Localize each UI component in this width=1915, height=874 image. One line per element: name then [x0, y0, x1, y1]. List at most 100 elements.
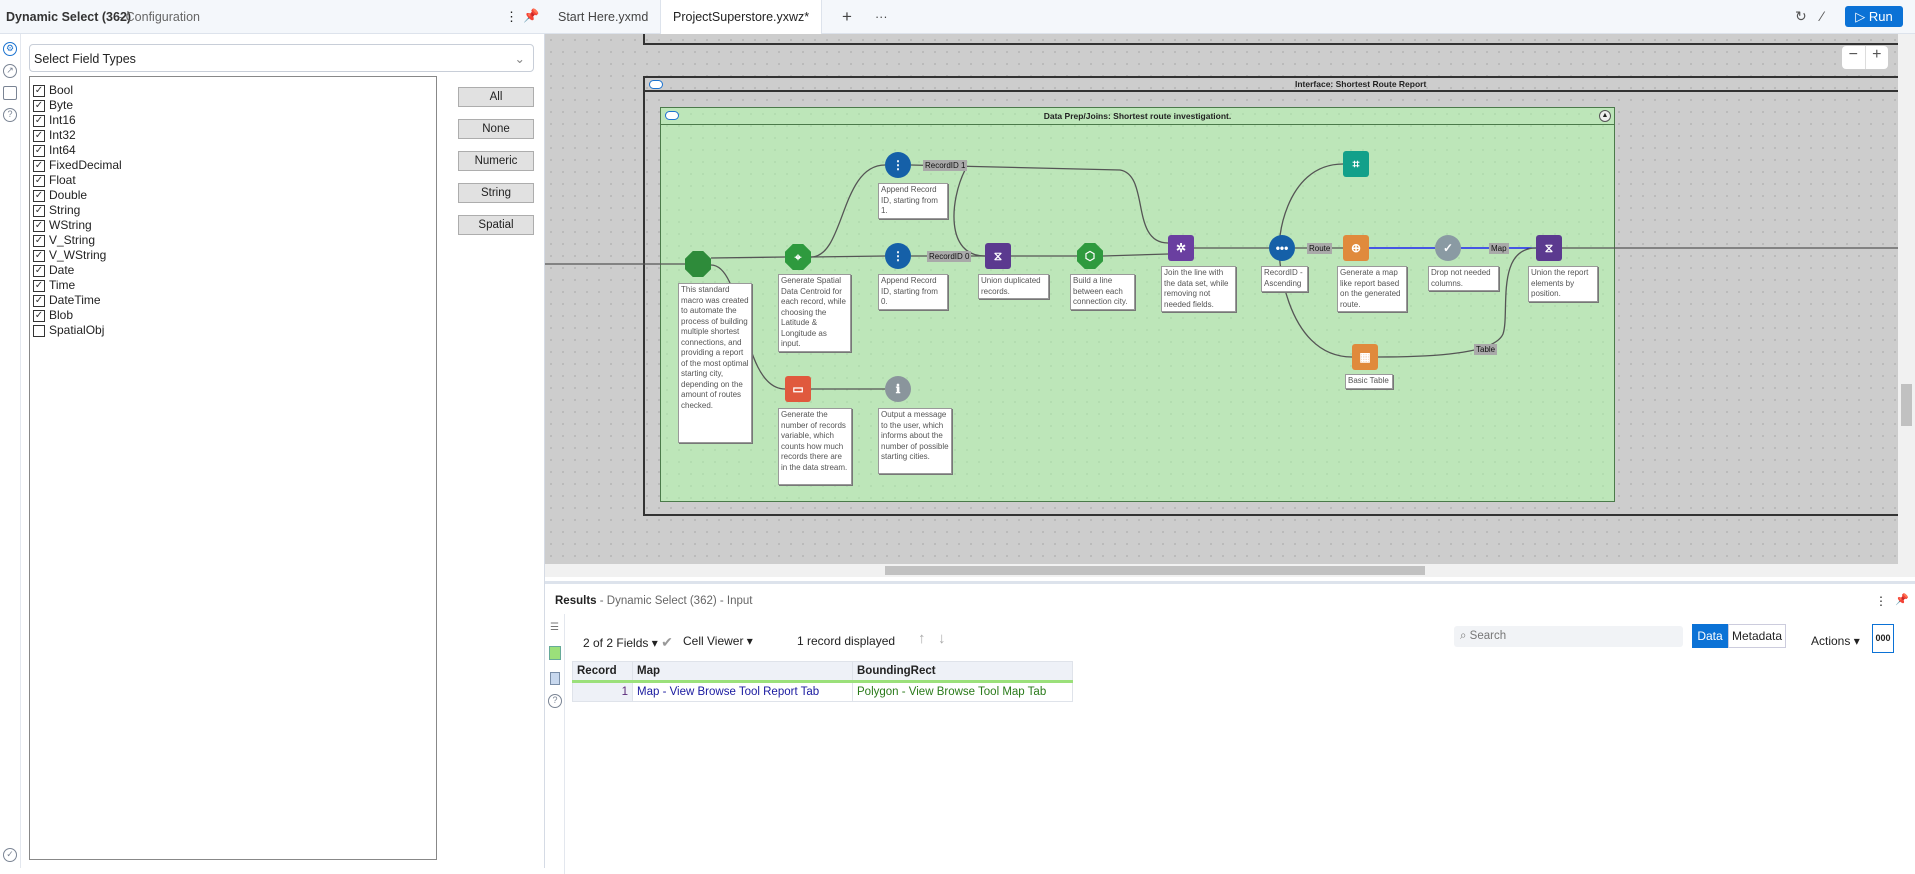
select-numeric-button[interactable]: Numeric [458, 151, 534, 171]
results-header: Results - Dynamic Select (362) - Input [555, 595, 753, 607]
table-row[interactable]: 1 Map - View Browse Tool Report Tab Polygo… [572, 681, 1073, 702]
field-type-checkbox[interactable]: ✓ Float [33, 173, 76, 188]
column-width-button[interactable]: 000 [1872, 624, 1894, 653]
checkbox[interactable]: ✓ [33, 174, 45, 187]
more-icon[interactable]: ⋮ [1875, 594, 1887, 608]
annotation-rid0: Append Record ID, starting from 0. [878, 274, 948, 310]
checkbox[interactable]: ✓ [33, 84, 45, 97]
run-button[interactable]: ▷ Run [1845, 6, 1903, 27]
field-type-checkbox[interactable]: ✓ Date [33, 263, 74, 278]
checkbox[interactable]: ✓ [33, 99, 45, 112]
select-string-button[interactable]: String [458, 183, 534, 203]
tool-build-icon[interactable]: ⬡ [1077, 243, 1103, 269]
checkbox[interactable]: ✓ [33, 249, 45, 262]
tool-select-icon[interactable]: ✓ [1435, 235, 1461, 261]
field-type-label: Double [49, 188, 88, 202]
horizontal-scrollbar[interactable] [545, 564, 1915, 577]
field-type-checkbox[interactable]: SpatialObj [33, 323, 104, 338]
tool-centroid-icon[interactable]: ⌖ [785, 244, 811, 270]
field-types-dropdown[interactable]: Select Field Types ⌄ [29, 44, 534, 72]
select-none-button[interactable]: None [458, 119, 534, 139]
actions-dropdown[interactable]: Actions ▾ [1811, 634, 1860, 648]
workflow-canvas[interactable]: Interface: Shortest Route Report − + Data… [545, 34, 1898, 564]
vertical-scrollbar[interactable] [1898, 34, 1915, 564]
tag-icon[interactable] [550, 672, 560, 685]
field-type-checkbox[interactable]: ✓ FixedDecimal [33, 158, 122, 173]
column-header[interactable]: BoundingRect [852, 661, 1073, 683]
cell-viewer-dropdown[interactable]: Cell Viewer ▾ [683, 634, 753, 648]
checkbox[interactable] [33, 324, 45, 337]
field-type-checkbox[interactable]: ✓ Double [33, 188, 87, 203]
field-type-label: Blob [49, 308, 74, 322]
field-type-checkbox[interactable]: ✓ DateTime [33, 293, 101, 308]
play-icon: ▷ [1855, 9, 1866, 24]
list-icon[interactable]: ☰ [550, 622, 559, 633]
checkbox[interactable]: ✓ [33, 204, 45, 217]
data-icon[interactable] [549, 646, 561, 660]
table-cell[interactable]: Map - View Browse Tool Report Tab [632, 681, 853, 702]
tab-project-superstore[interactable]: ProjectSuperstore.yxwz* ✕ [661, 0, 822, 58]
select-spatial-button[interactable]: Spatial [458, 215, 534, 235]
help-icon[interactable]: ? [548, 694, 562, 708]
tool-table-icon[interactable]: ▦ [1352, 344, 1378, 370]
field-type-checkbox[interactable]: ✓ Time [33, 278, 75, 293]
field-type-checkbox[interactable]: ✓ Bool [33, 83, 73, 98]
checkbox[interactable]: ✓ [33, 219, 45, 232]
tool-sort-icon[interactable]: ••• [1269, 235, 1295, 261]
fields-dropdown[interactable]: 2 of 2 Fields ▾ ✔ [583, 634, 673, 651]
checkbox[interactable]: ✓ [33, 159, 45, 172]
checkbox[interactable]: ✓ [33, 129, 45, 142]
field-type-checkbox[interactable]: ✓ Blob [33, 308, 73, 323]
field-type-checkbox[interactable]: ✓ V_WString [33, 248, 106, 263]
gear-icon[interactable]: ⚙ [3, 42, 17, 56]
tool-macro-icon[interactable] [685, 251, 711, 277]
tool-count-icon[interactable]: ▭ [785, 376, 811, 402]
checkbox[interactable]: ✓ [33, 264, 45, 277]
tool-report-icon[interactable]: ⊕ [1343, 235, 1369, 261]
tool-join-icon[interactable]: ✲ [1168, 235, 1194, 261]
column-header[interactable]: Map [632, 661, 853, 683]
annotation-icon[interactable]: ↗ [3, 64, 17, 78]
arrow-up-icon[interactable]: ↑ [918, 630, 926, 647]
data-tab-button[interactable]: Data [1692, 624, 1728, 648]
checkbox[interactable]: ✓ [33, 279, 45, 292]
metadata-tab-button[interactable]: Metadata [1728, 624, 1786, 648]
checkbox[interactable]: ✓ [33, 294, 45, 307]
table-cell[interactable]: 1 [572, 681, 633, 702]
tool-message-icon[interactable]: ℹ [885, 376, 911, 402]
tool-browse-icon[interactable]: ⌗ [1343, 151, 1369, 177]
pin-icon[interactable]: 📌 [1895, 593, 1909, 606]
tool-union-icon[interactable]: ⧖ [985, 243, 1011, 269]
checkbox[interactable]: ✓ [33, 309, 45, 322]
tag-icon[interactable] [3, 86, 17, 100]
checkbox[interactable]: ✓ [33, 144, 45, 157]
table-cell[interactable]: Polygon - View Browse Tool Map Tab [852, 681, 1073, 702]
checkbox[interactable]: ✓ [33, 189, 45, 202]
field-type-checkbox[interactable]: ✓ Int64 [33, 143, 76, 158]
magic-wand-icon[interactable]: ⁄ [1821, 8, 1823, 24]
pin-icon[interactable]: 📌 [523, 8, 539, 24]
checkbox[interactable]: ✓ [33, 114, 45, 127]
tab-start-here[interactable]: Start Here.yxmd ✕ [546, 0, 661, 58]
field-type-checkbox[interactable]: ✓ Int32 [33, 128, 76, 143]
more-icon[interactable]: ⋮ [505, 9, 518, 25]
field-type-checkbox[interactable]: ✓ WString [33, 218, 92, 233]
help-icon[interactable]: ? [3, 108, 17, 122]
chevron-down-icon: ⌄ [514, 52, 525, 66]
field-type-checkbox[interactable]: ✓ V_String [33, 233, 95, 248]
new-tab-button[interactable]: + [830, 0, 852, 34]
search-icon: ⌕ [1460, 630, 1467, 642]
column-header[interactable]: Record [572, 661, 633, 683]
tool-layout-icon[interactable]: ⧖ [1536, 235, 1562, 261]
tool-rid0-icon[interactable]: ⋮ [885, 243, 911, 269]
field-type-checkbox[interactable]: ✓ Byte [33, 98, 73, 113]
field-type-checkbox[interactable]: ✓ String [33, 203, 80, 218]
checkbox[interactable]: ✓ [33, 234, 45, 247]
field-type-checkbox[interactable]: ✓ Int16 [33, 113, 76, 128]
select-all-button[interactable]: All [458, 87, 534, 107]
search-input[interactable]: ⌕ Search [1454, 626, 1683, 647]
history-icon[interactable]: ↻ [1795, 8, 1807, 25]
more-tabs-button[interactable]: ··· [863, 0, 888, 34]
tool-rid1-icon[interactable]: ⋮ [885, 152, 911, 178]
arrow-down-icon[interactable]: ↓ [938, 630, 946, 647]
